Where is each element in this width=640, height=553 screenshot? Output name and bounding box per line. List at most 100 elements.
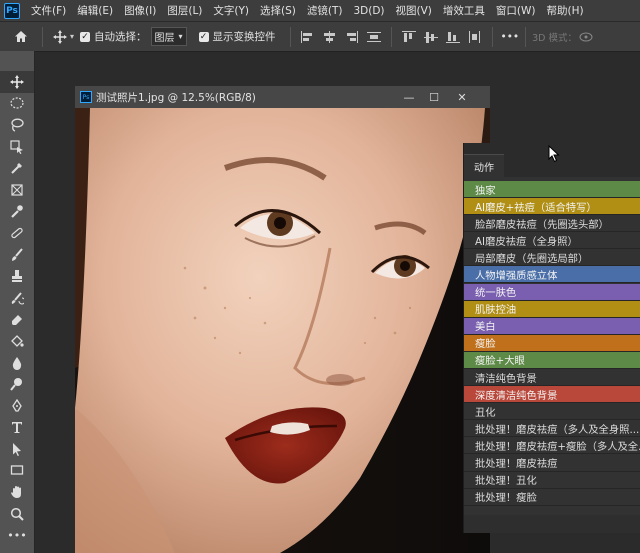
eyedropper-tool[interactable] <box>0 157 34 179</box>
action-item[interactable]: 人物增强质感立体 <box>464 266 640 284</box>
move-tool[interactable] <box>0 71 34 93</box>
path-select-icon <box>13 442 21 456</box>
action-item[interactable]: 瘦脸 <box>464 334 640 352</box>
action-item[interactable]: 局部磨皮（先圈选局部） <box>464 249 640 267</box>
frame-icon <box>11 184 23 196</box>
action-item[interactable]: 统一肤色 <box>464 283 640 301</box>
object-select-icon <box>10 139 23 154</box>
paint-bucket-tool[interactable] <box>0 330 34 352</box>
actions-list: 独家 AI磨皮+祛痘（适合特写） 脸部磨皮祛痘（先圈选头部） AI磨皮祛痘（全身照）局… <box>464 181 640 506</box>
brush-tool[interactable] <box>0 244 34 266</box>
action-item[interactable]: 清洁纯色背景 <box>464 369 640 387</box>
hand-icon <box>11 486 21 499</box>
menu-filter[interactable]: 滤镜(T) <box>302 3 349 18</box>
menu-plugins[interactable]: 增效工具 <box>438 3 491 18</box>
action-item[interactable]: 瘦脸+大眼 <box>464 351 640 369</box>
menu-help[interactable]: 帮助(H) <box>542 3 590 18</box>
type-icon <box>12 422 22 434</box>
blur-tool[interactable] <box>0 352 34 374</box>
eraser-tool[interactable] <box>0 309 34 331</box>
history-brush-icon <box>11 292 24 305</box>
marquee-tool[interactable] <box>0 93 34 115</box>
align-bottom-icon[interactable] <box>445 31 460 43</box>
pen-icon <box>12 398 22 412</box>
document-title-bar[interactable]: Ps 测试照片1.jpg @ 12.5%(RGB/8) — ☐ ✕ <box>75 86 490 108</box>
photo-canvas[interactable] <box>75 108 490 553</box>
portrait-photo <box>75 108 490 553</box>
menu-view[interactable]: 视图(V) <box>391 3 438 18</box>
dodge-tool[interactable] <box>0 373 34 395</box>
menu-select[interactable]: 选择(S) <box>255 3 302 18</box>
tool-bar: ••• <box>0 51 35 553</box>
object-select-tool[interactable] <box>0 136 34 158</box>
panel-footer <box>464 515 640 533</box>
align-left-icon[interactable] <box>300 30 315 43</box>
auto-select-checkbox[interactable]: ✓ <box>80 31 91 42</box>
menu-file[interactable]: 文件(F) <box>26 3 72 18</box>
document-title: 测试照片1.jpg @ 12.5%(RGB/8) <box>96 91 256 104</box>
action-item[interactable]: 批处理！丑化 <box>464 471 640 489</box>
chevron-down-icon: ▾ <box>178 32 183 41</box>
path-select-tool[interactable] <box>0 438 34 460</box>
lasso-icon <box>11 118 24 132</box>
menu-3d[interactable]: 3D(D) <box>348 5 390 17</box>
blur-icon <box>12 356 22 370</box>
zoom-tool[interactable] <box>0 503 34 525</box>
move-icon <box>10 74 24 89</box>
chevron-down-icon[interactable]: ▾ <box>70 32 74 41</box>
action-item[interactable]: 批处理！磨皮祛痘（多人及全身照... <box>464 420 640 438</box>
healing-brush-tool[interactable] <box>0 222 34 244</box>
menu-type[interactable]: 文字(Y) <box>208 3 255 18</box>
minimize-button[interactable]: — <box>400 89 418 105</box>
history-brush-tool[interactable] <box>0 287 34 309</box>
more-options-button[interactable]: ••• <box>501 31 520 43</box>
clone-stamp-tool[interactable] <box>0 265 34 287</box>
action-item[interactable]: 肌肤控油 <box>464 300 640 318</box>
eyedropper-sample-tool[interactable] <box>0 201 34 223</box>
menu-bar: Ps 文件(F) 编辑(E) 图像(I) 图层(L) 文字(Y) 选择(S) 滤… <box>0 0 640 21</box>
action-item[interactable]: AI磨皮+祛痘（适合特写） <box>464 198 640 216</box>
pen-tool[interactable] <box>0 395 34 417</box>
distribute-horizontal-icon[interactable] <box>468 30 482 43</box>
menu-image[interactable]: 图像(I) <box>119 3 162 18</box>
3d-orbit-icon[interactable] <box>579 31 593 43</box>
rectangle-tool[interactable] <box>0 460 34 482</box>
action-item[interactable]: 批处理！磨皮祛痘 <box>464 454 640 472</box>
lasso-tool[interactable] <box>0 114 34 136</box>
type-tool[interactable] <box>0 417 34 439</box>
eyedropper-icon <box>11 205 23 219</box>
home-icon[interactable] <box>14 30 28 43</box>
more-tools-icon: ••• <box>7 528 27 542</box>
action-item[interactable]: 美白 <box>464 317 640 335</box>
auto-select-value: 图层 <box>154 33 175 44</box>
menu-layer[interactable]: 图层(L) <box>162 3 208 18</box>
align-right-icon[interactable] <box>345 30 359 43</box>
more-tools[interactable]: ••• <box>0 524 34 546</box>
action-item[interactable]: 深度清洁纯色背景 <box>464 386 640 404</box>
hand-tool[interactable] <box>0 481 34 503</box>
mouse-cursor-icon <box>548 145 560 163</box>
action-item[interactable]: 脸部磨皮祛痘（先圈选头部） <box>464 215 640 233</box>
action-item[interactable]: 独家 <box>464 181 640 198</box>
close-button[interactable]: ✕ <box>453 89 471 105</box>
action-item[interactable]: AI磨皮祛痘（全身照） <box>464 232 640 250</box>
align-middle-v-icon[interactable] <box>423 31 438 43</box>
eyedropper-icon <box>11 163 22 174</box>
auto-select-dropdown[interactable]: 图层 ▾ <box>150 27 187 46</box>
align-top-icon[interactable] <box>401 30 416 43</box>
tab-actions[interactable]: 动作 <box>464 154 504 177</box>
move-tool-icon[interactable] <box>53 29 67 44</box>
distribute-vertical-icon[interactable] <box>366 31 381 43</box>
menu-edit[interactable]: 编辑(E) <box>72 3 119 18</box>
maximize-button[interactable]: ☐ <box>425 89 443 105</box>
menu-window[interactable]: 窗口(W) <box>491 3 542 18</box>
action-item[interactable]: 批处理！磨皮祛痘+瘦脸（多人及全... <box>464 437 640 455</box>
document-window: Ps 测试照片1.jpg @ 12.5%(RGB/8) — ☐ ✕ <box>75 86 490 553</box>
eraser-icon <box>12 315 22 326</box>
action-item[interactable]: 丑化 <box>464 403 640 421</box>
show-transform-checkbox[interactable]: ✓ <box>198 31 209 42</box>
align-center-h-icon[interactable] <box>323 30 337 43</box>
show-transform-label: 显示变换控件 <box>212 31 276 43</box>
frame-tool[interactable] <box>0 179 34 201</box>
action-item[interactable]: 批处理！瘦脸 <box>464 488 640 506</box>
